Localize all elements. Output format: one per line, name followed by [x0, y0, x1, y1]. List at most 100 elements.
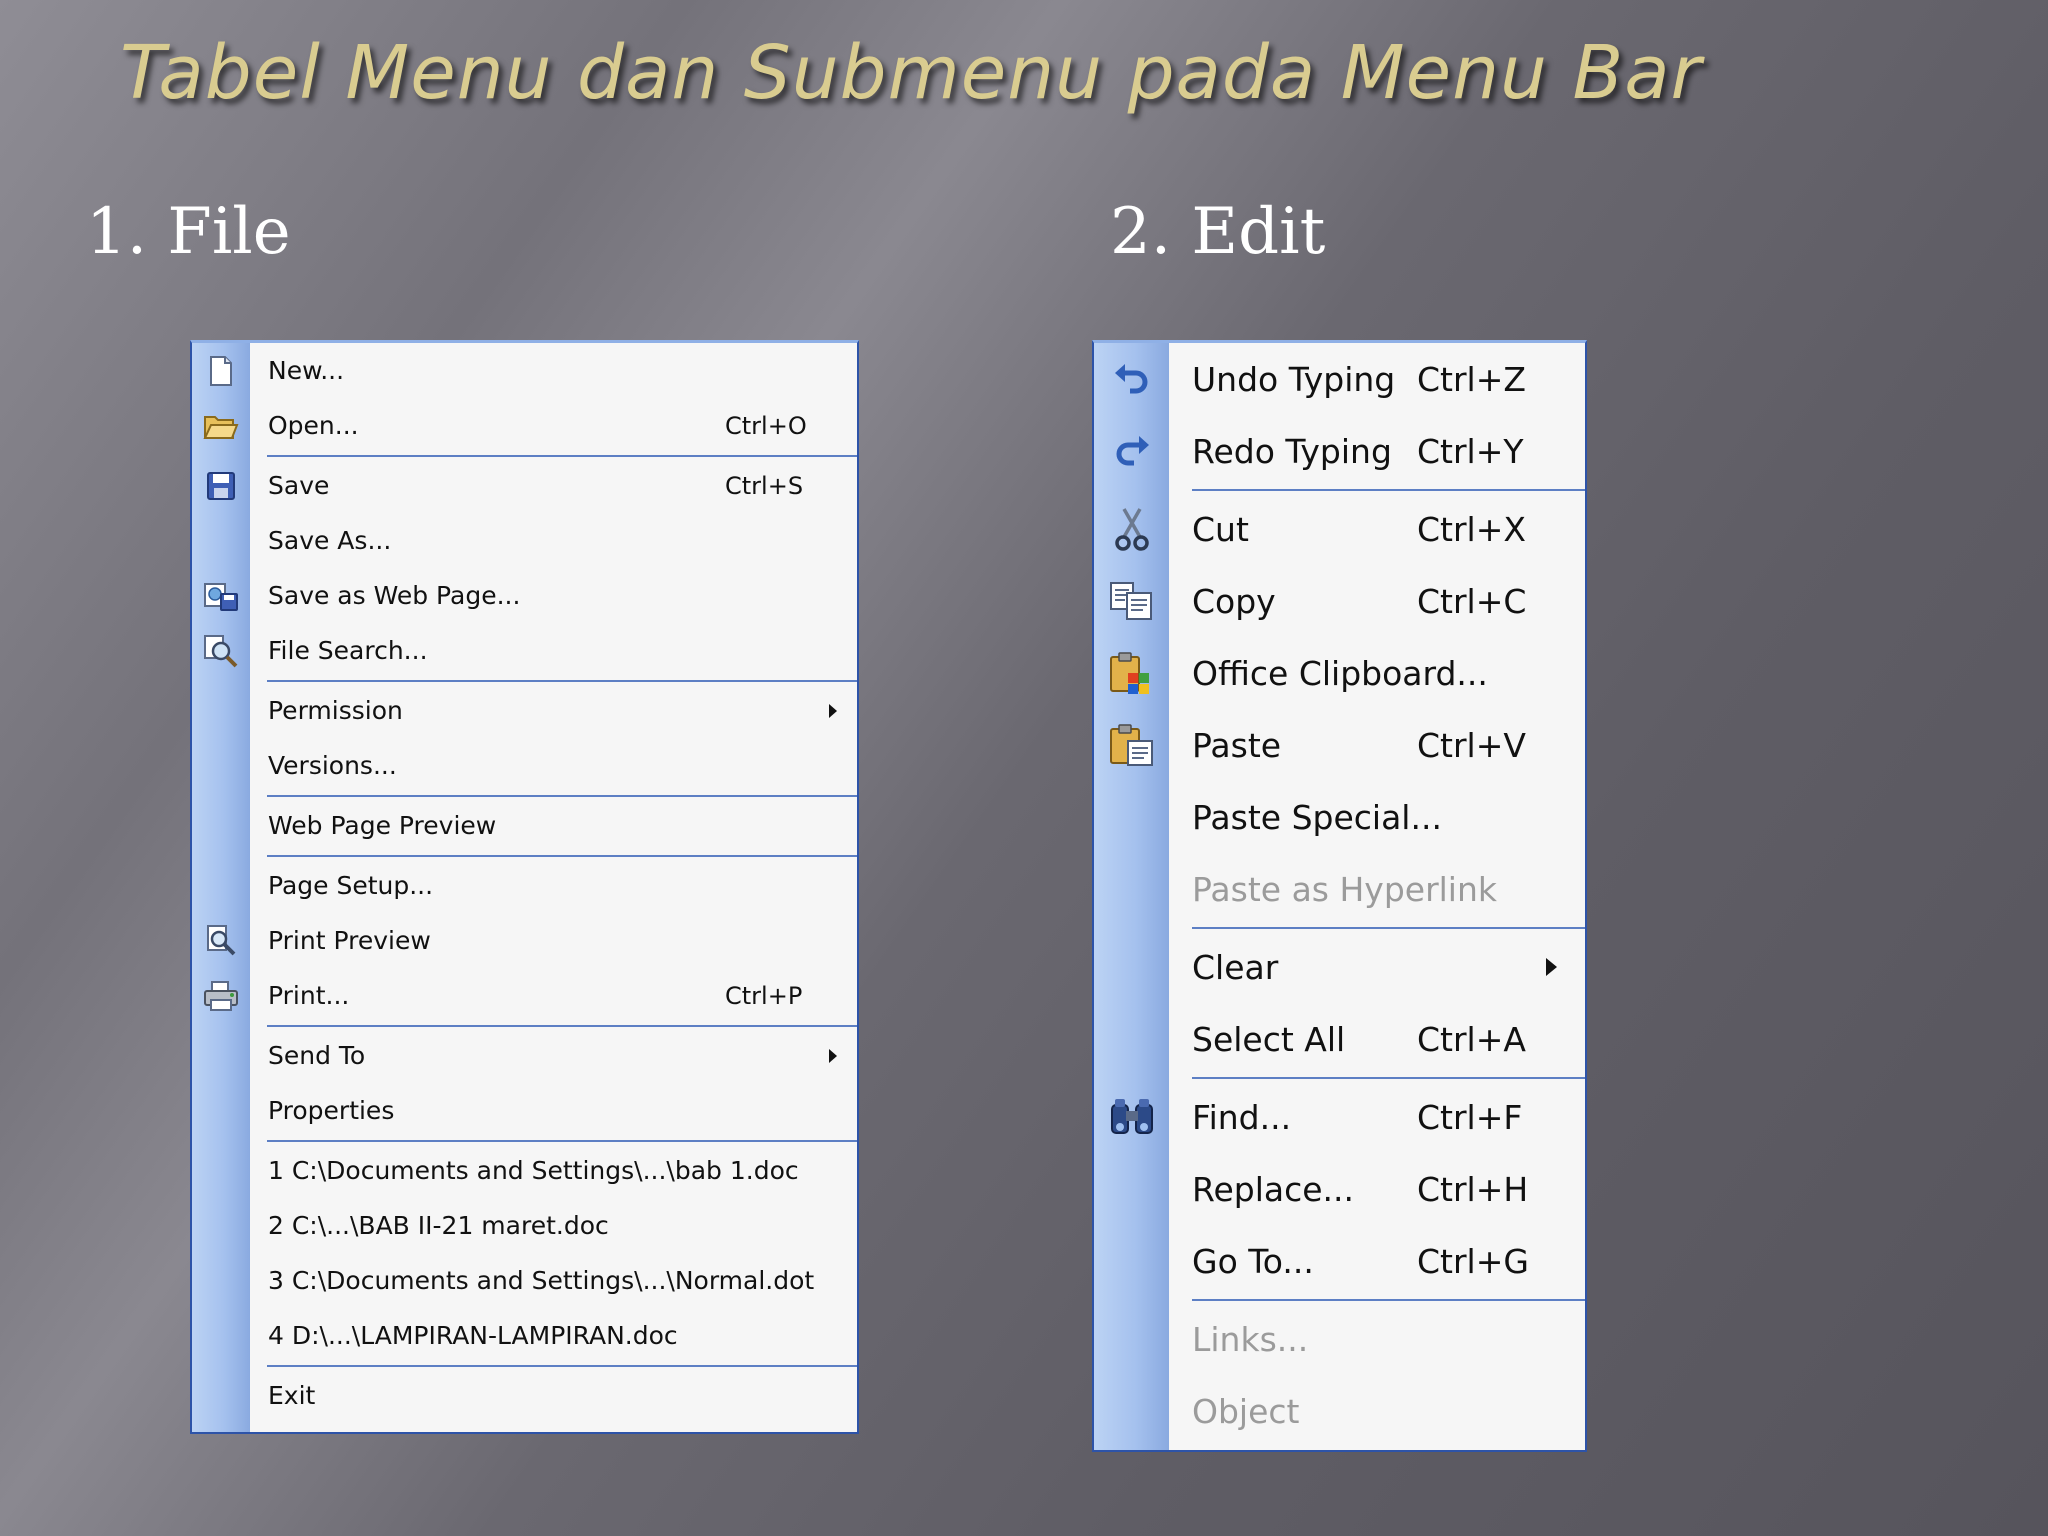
save-web-page-icon — [192, 580, 250, 612]
menu-item-clear[interactable]: Clear — [1094, 931, 1585, 1003]
menu-item-label: Save As... — [268, 526, 392, 555]
menu-item-exit[interactable]: Exit — [192, 1368, 857, 1423]
menu-item-shortcut: Ctrl+C — [1417, 581, 1527, 621]
menu-item-label: Copy — [1192, 581, 1276, 621]
menu-item-label: Object — [1192, 1391, 1300, 1431]
menu-item-label: Find... — [1192, 1097, 1292, 1137]
menu-item-label: Permission — [268, 696, 403, 725]
menu-item-label: Exit — [268, 1381, 316, 1410]
menu-item-label: 3 C:\Documents and Settings\...\Normal.d… — [268, 1266, 815, 1295]
file-menu: New... Open... Ctrl+O Save Ctrl+S Save A… — [190, 340, 859, 1434]
scissors-icon — [1094, 507, 1169, 551]
save-disk-icon — [192, 471, 250, 501]
menu-item-label: Send To — [268, 1041, 366, 1070]
menu-item-recent-file-1[interactable]: 1 C:\Documents and Settings\...\bab 1.do… — [192, 1143, 857, 1198]
menu-item-label: New... — [268, 356, 345, 385]
menu-item-label: Clear — [1192, 947, 1279, 987]
redo-icon — [1094, 433, 1169, 469]
menu-item-label: Paste as Hyperlink — [1192, 869, 1497, 909]
menu-item-cut[interactable]: Cut Ctrl+X — [1094, 493, 1585, 565]
menu-item-permission[interactable]: Permission — [192, 683, 857, 738]
submenu-arrow-icon — [829, 703, 837, 718]
print-preview-icon — [192, 924, 250, 958]
office-clipboard-icon — [1094, 651, 1169, 695]
menu-item-links: Links... — [1094, 1303, 1585, 1375]
menu-item-redo-typing[interactable]: Redo Typing Ctrl+Y — [1094, 415, 1585, 487]
menu-item-properties[interactable]: Properties — [192, 1083, 857, 1138]
menu-item-send-to[interactable]: Send To — [192, 1028, 857, 1083]
menu-item-label: Print... — [268, 981, 350, 1010]
menu-item-object: Object — [1094, 1375, 1585, 1447]
menu-item-paste[interactable]: Paste Ctrl+V — [1094, 709, 1585, 781]
menu-item-copy[interactable]: Copy Ctrl+C — [1094, 565, 1585, 637]
new-document-icon — [192, 355, 250, 387]
menu-item-label: Replace... — [1192, 1169, 1355, 1209]
menu-item-label: 4 D:\...\LAMPIRAN-LAMPIRAN.doc — [268, 1321, 678, 1350]
menu-item-label: Save as Web Page... — [268, 581, 521, 610]
menu-item-label: Office Clipboard... — [1192, 653, 1488, 693]
menu-item-shortcut: Ctrl+O — [725, 411, 807, 440]
menu-item-recent-file-4[interactable]: 4 D:\...\LAMPIRAN-LAMPIRAN.doc — [192, 1308, 857, 1363]
menu-item-label: 1 C:\Documents and Settings\...\bab 1.do… — [268, 1156, 799, 1185]
file-section-heading: 1. File — [86, 195, 291, 269]
menu-item-versions[interactable]: Versions... — [192, 738, 857, 793]
menu-item-label: 2 C:\...\BAB II-21 maret.doc — [268, 1211, 609, 1240]
menu-item-shortcut: Ctrl+A — [1417, 1019, 1526, 1059]
menu-item-save[interactable]: Save Ctrl+S — [192, 458, 857, 513]
menu-item-label: File Search... — [268, 636, 428, 665]
menu-item-recent-file-2[interactable]: 2 C:\...\BAB II-21 maret.doc — [192, 1198, 857, 1253]
menu-item-replace[interactable]: Replace... Ctrl+H — [1094, 1153, 1585, 1225]
menu-item-label: Links... — [1192, 1319, 1309, 1359]
menu-item-shortcut: Ctrl+V — [1417, 725, 1526, 765]
menu-item-label: Redo Typing — [1192, 431, 1392, 471]
menu-item-web-page-preview[interactable]: Web Page Preview — [192, 798, 857, 853]
edit-menu: Undo Typing Ctrl+Z Redo Typing Ctrl+Y Cu… — [1092, 340, 1587, 1452]
file-search-icon — [192, 634, 250, 668]
menu-item-label: Web Page Preview — [268, 811, 497, 840]
submenu-arrow-icon — [829, 1048, 837, 1063]
menu-item-shortcut: Ctrl+Y — [1417, 431, 1524, 471]
menu-item-open[interactable]: Open... Ctrl+O — [192, 398, 857, 453]
open-folder-icon — [192, 411, 250, 441]
slide-title: Tabel Menu dan Submenu pada Menu Bar — [120, 30, 1702, 116]
copy-icon — [1094, 581, 1169, 621]
menu-item-shortcut: Ctrl+S — [725, 471, 804, 500]
menu-item-label: Print Preview — [268, 926, 431, 955]
menu-item-save-as[interactable]: Save As... — [192, 513, 857, 568]
menu-item-shortcut: Ctrl+X — [1417, 509, 1526, 549]
menu-item-label: Paste Special... — [1192, 797, 1442, 837]
menu-item-label: Paste — [1192, 725, 1282, 765]
menu-item-office-clipboard[interactable]: Office Clipboard... — [1094, 637, 1585, 709]
menu-item-label: Undo Typing — [1192, 359, 1396, 399]
edit-section-heading: 2. Edit — [1110, 195, 1326, 269]
submenu-arrow-icon — [1546, 958, 1557, 976]
menu-item-new[interactable]: New... — [192, 343, 857, 398]
undo-icon — [1094, 361, 1169, 397]
menu-item-shortcut: Ctrl+Z — [1417, 359, 1526, 399]
menu-item-recent-file-3[interactable]: 3 C:\Documents and Settings\...\Normal.d… — [192, 1253, 857, 1308]
menu-item-file-search[interactable]: File Search... — [192, 623, 857, 678]
menu-item-page-setup[interactable]: Page Setup... — [192, 858, 857, 913]
menu-item-label: Go To... — [1192, 1241, 1314, 1281]
menu-item-print-preview[interactable]: Print Preview — [192, 913, 857, 968]
menu-item-label: Properties — [268, 1096, 395, 1125]
menu-item-save-as-web-page[interactable]: Save as Web Page... — [192, 568, 857, 623]
menu-item-shortcut: Ctrl+F — [1417, 1097, 1523, 1137]
menu-item-print[interactable]: Print... Ctrl+P — [192, 968, 857, 1023]
menu-item-paste-special[interactable]: Paste Special... — [1094, 781, 1585, 853]
menu-item-undo-typing[interactable]: Undo Typing Ctrl+Z — [1094, 343, 1585, 415]
binoculars-icon — [1094, 1097, 1169, 1137]
menu-item-label: Versions... — [268, 751, 397, 780]
menu-item-go-to[interactable]: Go To... Ctrl+G — [1094, 1225, 1585, 1297]
menu-item-shortcut: Ctrl+G — [1417, 1241, 1529, 1281]
menu-item-label: Page Setup... — [268, 871, 434, 900]
menu-item-label: Open... — [268, 411, 359, 440]
menu-item-paste-as-hyperlink: Paste as Hyperlink — [1094, 853, 1585, 925]
menu-item-shortcut: Ctrl+H — [1417, 1169, 1529, 1209]
menu-item-label: Select All — [1192, 1019, 1346, 1059]
paste-icon — [1094, 723, 1169, 767]
menu-item-select-all[interactable]: Select All Ctrl+A — [1094, 1003, 1585, 1075]
menu-item-label: Cut — [1192, 509, 1249, 549]
menu-item-find[interactable]: Find... Ctrl+F — [1094, 1081, 1585, 1153]
menu-item-shortcut: Ctrl+P — [725, 981, 803, 1010]
